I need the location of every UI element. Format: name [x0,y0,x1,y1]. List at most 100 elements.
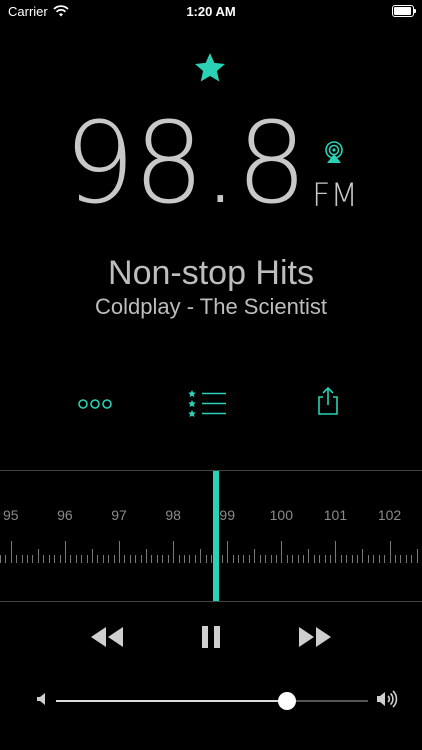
tuner-tick [108,555,110,563]
volume-high-icon [376,690,398,708]
tuner-tick [319,555,321,563]
tuner-tick [135,555,137,563]
frequency-decimal: 8 [236,99,307,229]
tuner-tick [302,555,304,563]
band-label: FM [312,176,359,214]
tuner-label: 102 [377,507,402,523]
volume-low-icon [36,692,50,706]
tuner-tick [346,555,348,563]
tuner-tick [275,555,277,563]
rewind-icon [90,627,124,654]
tuner-tick [21,555,23,563]
tuner-tick [389,541,391,563]
tuner-tick [146,549,148,563]
tuner-tick [313,555,315,563]
tuner-label: 101 [323,507,348,523]
tuner-tick [411,555,413,563]
tuner-tick [335,541,337,563]
tuner-tick [54,555,56,563]
tuner-tick [37,549,39,563]
tuner-tick [32,555,34,563]
tuner-tick [102,555,104,563]
tuner-tick [97,555,99,563]
tuner-tick [189,555,191,563]
share-button[interactable] [316,386,340,416]
tuner-tick [119,541,121,563]
fast-forward-button[interactable] [298,624,332,650]
fast-forward-icon [298,627,332,654]
tuner-tick [367,555,369,563]
star-list-icon [188,390,228,422]
tuner-tick [70,555,72,563]
pause-button[interactable] [200,624,222,650]
tuner-label: 98 [165,507,181,523]
volume-slider[interactable] [56,692,368,710]
tuner-tick [200,549,202,563]
tuner-tick [292,555,294,563]
tuner-tick [162,555,164,563]
tuner-tick [297,555,299,563]
tuner-tick [156,555,158,563]
tuner-tick [124,555,126,563]
volume-slider-knob[interactable] [277,692,296,710]
tuner-tick [330,555,332,563]
tuner-tick [227,541,229,563]
tuner-tick [64,541,66,563]
tuner-tick [27,555,29,563]
tuner-tick [10,541,12,563]
favorites-list-button[interactable] [188,388,228,418]
tuner-tick [86,555,88,563]
tuner-label: 95 [3,507,19,523]
frequency-display: 98.8 [64,99,307,229]
tuner-tick [308,549,310,563]
share-icon [316,386,340,420]
tuner-tick [232,555,234,563]
more-button[interactable] [78,396,112,412]
favorite-star-icon[interactable] [192,50,228,86]
tuner-tick [286,555,288,563]
tuner-tick [113,555,115,563]
clock: 1:20 AM [186,4,236,19]
tuner-tick [48,555,50,563]
tuner-label: 97 [111,507,127,523]
tuner-tick [221,555,223,563]
tuner-tick [394,555,396,563]
track-title: Coldplay - The Scientist [95,294,327,319]
frequency-integer: 98 [64,99,205,229]
tuner-tick [59,555,61,563]
volume-slider-fill [56,700,287,702]
airplay-icon[interactable] [322,140,346,164]
tuner-tick [178,555,180,563]
tuner-tick [140,555,142,563]
tuner-dial[interactable]: 95 96 97 98 99 100 101 102 [0,470,422,602]
tuner-tick [400,555,402,563]
station-name: Non-stop Hits [108,254,314,292]
tuner-tick [205,555,207,563]
tuner-tick [43,555,45,563]
tuner-tick [194,555,196,563]
tuner-tick [129,555,131,563]
tuner-tick [265,555,267,563]
tuner-tick [362,549,364,563]
tuner-tick [254,549,256,563]
tuner-tick [173,541,175,563]
tuner-tick [211,555,212,563]
tuner-tick [378,555,380,563]
frequency-dot: . [202,99,239,229]
tuner-tick [248,555,250,563]
tuner-tick [243,555,245,563]
tuner-needle[interactable] [213,471,220,601]
tuner-tick [16,555,18,563]
tuner-tick [384,555,386,563]
tuner-tick [270,555,272,563]
tuner-tick [0,555,1,563]
tuner-tick [281,541,283,563]
tuner-tick [75,555,77,563]
pause-icon [200,626,222,654]
tuner-tick [183,555,185,563]
rewind-button[interactable] [90,624,124,650]
tuner-tick [5,555,7,563]
tuner-tick [167,555,169,563]
status-bar: Carrier 1:20 AM [0,0,422,24]
tuner-tick [91,549,93,563]
